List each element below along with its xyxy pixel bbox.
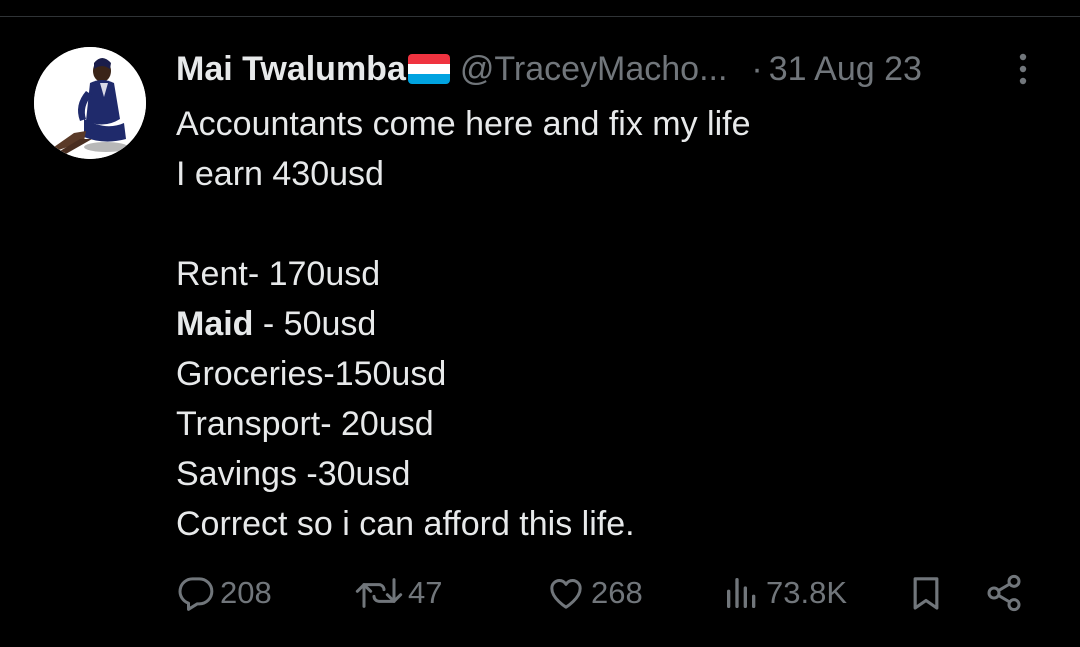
bookmark-button[interactable] bbox=[906, 569, 946, 617]
repost-count: 47 bbox=[408, 575, 443, 610]
heart-icon bbox=[545, 573, 587, 613]
tweet-bold-word: Maid bbox=[176, 305, 254, 343]
tweet-line: Groceries-150usd bbox=[176, 355, 447, 393]
views-count: 73.8K bbox=[766, 575, 848, 610]
repost-icon bbox=[354, 573, 404, 613]
tweet[interactable]: Mai Twalumba @TraceyMacho... · 31 Aug 23… bbox=[0, 17, 1080, 647]
reply-button[interactable]: 208 bbox=[176, 569, 272, 617]
bookmark-icon bbox=[906, 573, 946, 613]
tweet-line: Rent- 170usd bbox=[176, 255, 381, 293]
user-handle[interactable]: @TraceyMacho... bbox=[460, 49, 728, 89]
share-icon bbox=[984, 573, 1024, 613]
timestamp[interactable]: 31 Aug 23 bbox=[769, 49, 922, 89]
tweet-line: I earn 430usd bbox=[176, 155, 384, 193]
avatar[interactable] bbox=[34, 47, 146, 159]
more-vertical-icon[interactable] bbox=[1008, 49, 1038, 89]
display-name[interactable]: Mai Twalumba bbox=[176, 49, 406, 89]
views-button[interactable]: 73.8K bbox=[722, 569, 847, 617]
action-bar: 208 47 268 73.8K bbox=[0, 569, 1080, 617]
tweet-line: Maid - 50usd bbox=[176, 299, 1036, 349]
header-separator: · bbox=[751, 50, 763, 88]
reply-count: 208 bbox=[220, 575, 272, 610]
like-button[interactable]: 268 bbox=[545, 569, 643, 617]
avatar-image bbox=[34, 47, 146, 159]
tweet-line-rest: - 50usd bbox=[253, 305, 377, 343]
tweet-line: Transport- 20usd bbox=[176, 405, 434, 443]
tweet-text: Accountants come here and fix my life I … bbox=[176, 99, 1036, 549]
reply-icon bbox=[176, 573, 216, 613]
tweet-line: Savings -30usd bbox=[176, 455, 411, 493]
tweet-header: Mai Twalumba @TraceyMacho... · 31 Aug 23 bbox=[176, 49, 922, 89]
tweet-line: Accountants come here and fix my life bbox=[176, 105, 751, 143]
repost-button[interactable]: 47 bbox=[354, 569, 442, 617]
share-button[interactable] bbox=[984, 569, 1024, 617]
tweet-line: Correct so i can afford this life. bbox=[176, 505, 635, 543]
views-chart-icon bbox=[722, 573, 762, 613]
luxembourg-flag-icon bbox=[407, 54, 450, 84]
like-count: 268 bbox=[591, 575, 643, 610]
